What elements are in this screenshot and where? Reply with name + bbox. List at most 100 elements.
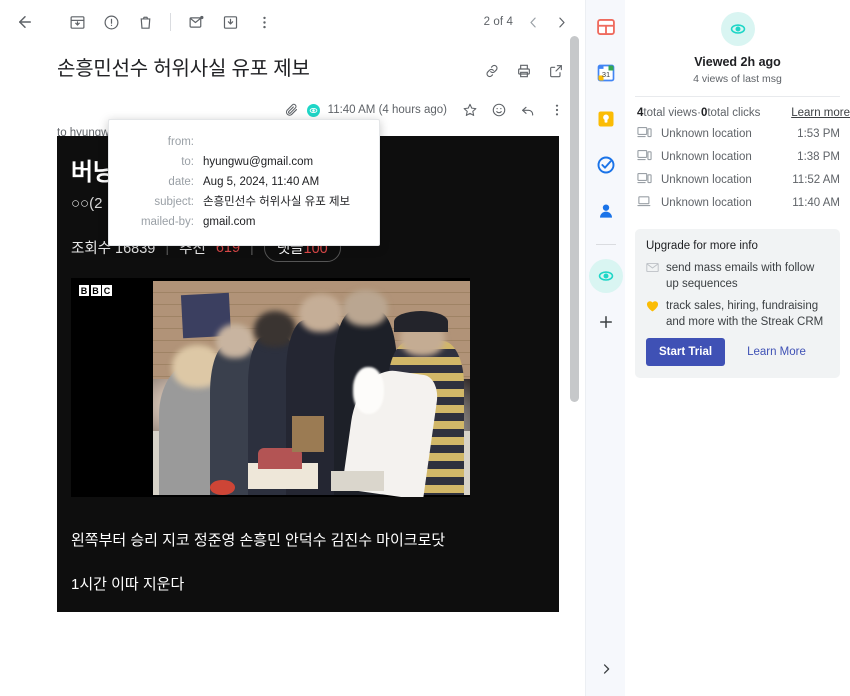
- bbc-letter-b1: B: [79, 285, 89, 296]
- older-button[interactable]: [519, 8, 547, 36]
- newer-button[interactable]: [547, 8, 575, 36]
- subject-row: 손흥민선수 허위사실 유포 제보: [0, 44, 585, 86]
- tooltip-key-subject: subject:: [154, 196, 194, 208]
- view-time: 1:53 PM: [797, 128, 840, 140]
- gmail-message-view: 2 of 4 손흥민선수 허위사실 유포 제보 11:40 AM (4 hour…: [0, 0, 850, 696]
- streak-tracking-icon[interactable]: [588, 258, 636, 294]
- calendar-icon[interactable]: 31: [591, 58, 621, 88]
- article-photo-wrap: B B C: [57, 278, 559, 497]
- view-time: 11:52 AM: [792, 174, 840, 186]
- more-options-button[interactable]: [247, 5, 281, 39]
- message-toolbar: 2 of 4: [0, 0, 585, 44]
- tooltip-row-mailed-by: mailed-by: gmail.com: [109, 212, 365, 232]
- desktop-mobile-icon: [637, 149, 652, 165]
- tooltip-key-from: from:: [167, 136, 194, 148]
- bbc-watermark-icon: B B C: [79, 285, 112, 296]
- totals-row: 4 total views · 0 total clicks Learn mor…: [625, 97, 850, 119]
- message-timestamp: 11:40 AM (4 hours ago): [327, 104, 447, 116]
- tooltip-key-date: date:: [168, 176, 194, 188]
- learn-more-link[interactable]: Learn more: [791, 107, 850, 119]
- report-spam-button[interactable]: [94, 5, 128, 39]
- promo-item-crm: track sales, hiring, fundraising and mor…: [646, 299, 829, 330]
- tooltip-value-date: Aug 5, 2024, 11:40 AM: [203, 176, 320, 188]
- streak-tracking-panel: Viewed 2h ago 4 views of last msg 4 tota…: [625, 0, 850, 696]
- tasks-icon[interactable]: [591, 150, 621, 180]
- archive-button[interactable]: [60, 5, 94, 39]
- svg-text:31: 31: [601, 70, 609, 79]
- desktop-mobile-icon: [637, 126, 652, 142]
- viewed-status: Viewed 2h ago: [694, 55, 781, 69]
- start-trial-button[interactable]: Start Trial: [646, 338, 726, 367]
- message-pager: 2 of 4: [484, 8, 575, 36]
- list-item: Unknown location 1:38 PM: [625, 142, 850, 165]
- hero-eye-icon: [720, 12, 755, 46]
- bbc-letter-c: C: [102, 285, 112, 296]
- laptop-icon: [637, 195, 652, 211]
- rail-divider: [595, 244, 616, 245]
- print-icon[interactable]: [509, 56, 539, 86]
- tooltip-row-date: date: Aug 5, 2024, 11:40 AM: [109, 172, 365, 192]
- tooltip-row-subject: subject: 손흥민선수 허위사실 유포 제보: [109, 192, 365, 212]
- toolbar-divider: [170, 13, 171, 31]
- promo-learn-more-link[interactable]: Learn More: [747, 346, 806, 358]
- message-more-icon[interactable]: [543, 96, 571, 124]
- message-details-tooltip: from: to: hyungwu@gmail.com date: Aug 5,…: [108, 119, 380, 246]
- emoji-reaction-icon[interactable]: [485, 96, 513, 124]
- mail-reading-pane: 2 of 4 손흥민선수 허위사실 유포 제보 11:40 AM (4 hour…: [0, 0, 585, 696]
- page-title: 손흥민선수 허위사실 유포 제보: [57, 58, 310, 80]
- heart-icon: [646, 299, 666, 330]
- desktop-mobile-icon: [637, 172, 652, 188]
- contacts-icon[interactable]: [591, 196, 621, 226]
- view-location: Unknown location: [661, 197, 752, 209]
- view-location: Unknown location: [661, 151, 752, 163]
- scrollbar-thumb[interactable]: [570, 36, 579, 402]
- reply-icon[interactable]: [514, 96, 542, 124]
- side-panel-rail: 31: [585, 0, 636, 696]
- add-addon-icon[interactable]: [591, 307, 621, 337]
- promo-item-2-text: track sales, hiring, fundraising and mor…: [666, 300, 824, 328]
- views-subtitle: 4 views of last msg: [693, 73, 782, 85]
- bbc-letter-b2: B: [90, 285, 101, 296]
- tooltip-value-subject: 손흥민선수 허위사실 유포 제보: [203, 196, 351, 208]
- copy-link-icon[interactable]: [477, 56, 507, 86]
- star-icon[interactable]: [456, 96, 484, 124]
- promo-title: Upgrade for more info: [646, 240, 758, 252]
- mark-unread-button[interactable]: [179, 5, 213, 39]
- promo-actions: Start Trial Learn More: [646, 338, 829, 367]
- subject-actions: [477, 54, 571, 86]
- message-scrollbar[interactable]: [570, 36, 579, 696]
- tooltip-key-mailed-by: mailed-by:: [140, 216, 194, 228]
- view-time: 11:40 AM: [792, 197, 840, 209]
- streak-icon[interactable]: [591, 12, 621, 42]
- tooltip-row-from: from:: [109, 132, 365, 152]
- view-location: Unknown location: [661, 128, 752, 140]
- promo-item-1-text: send mass emails with follow up sequence…: [666, 262, 815, 290]
- attachment-icon: [284, 103, 299, 118]
- total-views-label: total views: [643, 107, 698, 119]
- tracking-eye-badge: [306, 103, 320, 117]
- upgrade-promo-card: Upgrade for more info send mass emails w…: [635, 229, 840, 379]
- list-item: Unknown location 11:52 AM: [625, 165, 850, 188]
- panel-hero: Viewed 2h ago 4 views of last msg: [625, 0, 850, 85]
- list-item: Unknown location 11:40 AM: [625, 188, 850, 211]
- view-time: 1:38 PM: [797, 151, 840, 163]
- envelope-icon: [646, 261, 666, 292]
- list-item: Unknown location 1:53 PM: [625, 119, 850, 142]
- article-caption: 왼쪽부터 승리 지코 정준영 손흥민 안덕수 김진수 마이크로닷: [71, 532, 446, 549]
- keep-icon[interactable]: [591, 104, 621, 134]
- tooltip-value-mailed-by: gmail.com: [203, 216, 256, 228]
- open-in-new-window-icon[interactable]: [541, 56, 571, 86]
- tooltip-key-to: to:: [181, 156, 194, 168]
- pager-count: 2 of 4: [483, 16, 513, 28]
- view-location: Unknown location: [661, 174, 752, 186]
- article-caption-2: 1시간 이따 지운다: [71, 576, 185, 593]
- promo-item-mass-email: send mass emails with follow up sequence…: [646, 261, 829, 292]
- collapse-side-panel-icon[interactable]: [593, 656, 619, 682]
- back-button[interactable]: [8, 5, 42, 39]
- delete-button[interactable]: [128, 5, 162, 39]
- move-to-inbox-button[interactable]: [213, 5, 247, 39]
- article-photo: B B C: [71, 278, 470, 497]
- tooltip-value-to: hyungwu@gmail.com: [203, 156, 314, 168]
- photo-scene: [153, 281, 470, 497]
- total-clicks-label: total clicks: [707, 107, 761, 119]
